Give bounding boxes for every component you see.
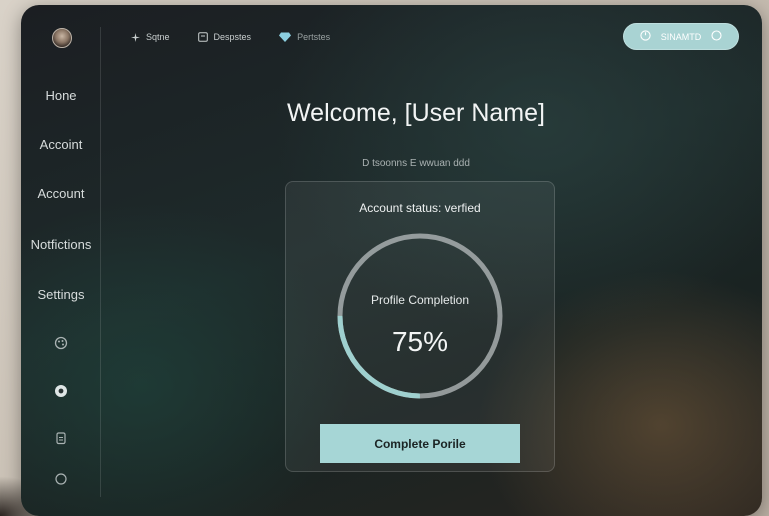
sidebar-item-label: Notfictions: [30, 237, 92, 252]
circle-icon[interactable]: [54, 472, 68, 486]
nav-item-pertstes[interactable]: Pertstes: [279, 32, 330, 42]
circle-icon: [711, 30, 722, 43]
diamond-icon: [279, 32, 292, 42]
top-navigation: Sqtne Despstes Pertstes: [131, 29, 358, 45]
sidebar-item-home[interactable]: Hone: [21, 88, 101, 103]
sidebar-item-label: Settings: [37, 287, 85, 302]
nav-item-sqtne[interactable]: Sqtne: [131, 32, 170, 42]
complete-profile-button[interactable]: Complete Porile: [320, 424, 520, 463]
status-pill-button[interactable]: SINAMTD: [623, 23, 739, 50]
sidebar-item-account-2[interactable]: Account: [21, 186, 101, 201]
sparkle-icon: [131, 32, 140, 42]
sidebar-item-label: Hone: [45, 88, 77, 103]
profile-card: Account status: verfied Profile Completi…: [285, 181, 555, 472]
nav-item-despstes[interactable]: Despstes: [197, 32, 252, 42]
progress-value: 75%: [391, 326, 449, 357]
clipboard-icon[interactable]: [54, 431, 68, 445]
page-subtitle: D tsoonns E wwuan ddd: [362, 158, 470, 169]
nav-item-label: Despstes: [213, 32, 252, 42]
progress-ring: [337, 233, 503, 399]
record-icon[interactable]: [54, 384, 68, 398]
sidebar: Hone Accoint Account Notfictions Setting…: [21, 5, 101, 516]
sidebar-item-label: Accoint: [39, 137, 83, 152]
avatar[interactable]: [52, 28, 72, 48]
account-status: Account status: verfied: [359, 201, 481, 215]
page-title: Welcome, [User Name]: [287, 99, 545, 127]
sidebar-divider: [100, 27, 101, 497]
app-window: Hone Accoint Account Notfictions Setting…: [21, 5, 762, 516]
progress-label: Profile Completion: [370, 293, 470, 307]
palette-icon[interactable]: [54, 336, 68, 350]
nav-item-label: Pertstes: [297, 32, 331, 42]
pill-label: SINAMTD: [660, 31, 702, 42]
power-icon: [640, 30, 651, 43]
sidebar-item-notifications[interactable]: Notfictions: [21, 237, 101, 252]
sidebar-item-label: Account: [37, 186, 85, 201]
nav-item-label: Sqtne: [146, 32, 170, 42]
sidebar-item-account-1[interactable]: Accoint: [21, 137, 101, 152]
document-icon: [197, 32, 208, 42]
sidebar-item-settings[interactable]: Settings: [21, 287, 101, 302]
